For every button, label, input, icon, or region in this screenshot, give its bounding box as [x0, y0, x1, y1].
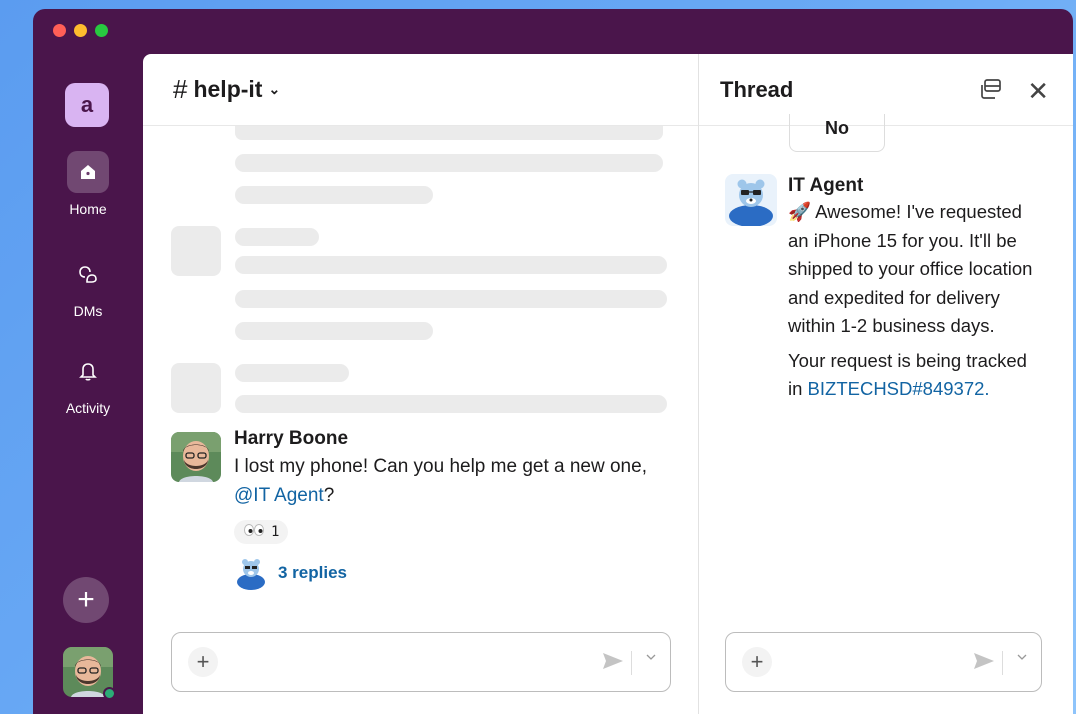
thread-message-body: IT Agent 🚀 Awesome! I've requested an iP…	[788, 174, 1043, 404]
thread-panel: Thread ✕ No IT Agent 🚀 Awesome! I've req…	[698, 54, 1073, 714]
sidebar-item-label: DMs	[73, 303, 103, 319]
message-text-part: ?	[323, 485, 335, 506]
skeleton-line	[235, 186, 433, 204]
sidebar-item-dms[interactable]: DMs	[33, 253, 143, 319]
avatar[interactable]	[171, 432, 221, 482]
message-text: Your request is being tracked in BIZTECH…	[788, 347, 1043, 404]
chevron-down-icon[interactable]: ⌄	[268, 81, 280, 98]
thread-header: Thread ✕	[699, 54, 1073, 126]
message-text: I lost my phone! Can you help me get a n…	[234, 452, 674, 510]
thread-composer[interactable]: +	[725, 632, 1042, 692]
chevron-down-icon[interactable]	[646, 652, 656, 664]
sidebar-rail: a Home DMs Activity +	[33, 9, 143, 714]
sidebar-item-label: Home	[69, 201, 107, 217]
close-icon[interactable]: ✕	[1027, 76, 1049, 107]
send-icon[interactable]	[602, 651, 624, 676]
plus-icon[interactable]: +	[188, 647, 218, 677]
reaction-count: 1	[271, 524, 280, 540]
popout-icon[interactable]	[979, 78, 1003, 106]
sidebar-item-home[interactable]: Home	[33, 151, 143, 217]
message-text: 🚀 Awesome! I've requested an iPhone 15 f…	[788, 201, 1033, 336]
skeleton-line	[235, 364, 349, 382]
divider	[1002, 651, 1003, 675]
send-icon[interactable]	[973, 651, 995, 676]
sidebar-item-activity[interactable]: Activity	[33, 350, 143, 416]
thread-title: Thread	[720, 76, 794, 102]
presence-indicator	[103, 687, 116, 700]
eyes-icon	[243, 523, 265, 541]
skeleton-avatar	[171, 363, 221, 413]
message-body: Harry Boone I lost my phone! Can you hel…	[234, 428, 674, 590]
no-button[interactable]: No	[789, 114, 885, 152]
channel-panel: # help-it ⌄ Harry Boone I lost my phone!…	[143, 54, 698, 714]
sidebar-item-label: Activity	[65, 400, 111, 416]
thread-replies[interactable]: 3 replies	[234, 556, 674, 590]
skeleton-line	[235, 126, 663, 140]
reaction-pill[interactable]: 1	[234, 520, 289, 544]
user-avatar[interactable]	[63, 647, 116, 700]
dms-icon	[67, 253, 109, 295]
channel-header: # help-it ⌄	[143, 54, 698, 126]
mention-link[interactable]: @IT Agent	[234, 485, 324, 506]
skeleton-line	[235, 154, 663, 172]
app-window: a Home DMs Activity + # help-it ⌄ Harry …	[33, 9, 1073, 714]
bot-avatar	[234, 556, 268, 590]
skeleton-avatar	[171, 226, 221, 276]
message-composer[interactable]: +	[171, 632, 671, 692]
divider	[631, 651, 632, 675]
skeleton-line	[235, 395, 667, 413]
ticket-link[interactable]: BIZTECHSD#849372.	[808, 378, 990, 399]
skeleton-line	[235, 256, 667, 274]
message-author[interactable]: IT Agent	[788, 174, 1043, 198]
workspace-logo[interactable]: a	[65, 83, 109, 127]
add-workspace-button[interactable]: +	[63, 577, 109, 623]
bell-icon	[67, 350, 109, 392]
channel-name[interactable]: help-it	[193, 76, 262, 103]
bot-avatar[interactable]	[725, 174, 777, 227]
skeleton-line	[235, 322, 433, 340]
skeleton-line	[235, 290, 667, 308]
replies-link[interactable]: 3 replies	[278, 563, 347, 583]
home-icon	[67, 151, 109, 193]
skeleton-line	[235, 228, 319, 246]
plus-icon[interactable]: +	[742, 647, 772, 677]
message-author[interactable]: Harry Boone	[234, 428, 674, 450]
chevron-down-icon[interactable]	[1017, 652, 1027, 664]
message-text-part: I lost my phone! Can you help me get a n…	[234, 456, 647, 477]
hash-icon: #	[173, 74, 188, 104]
